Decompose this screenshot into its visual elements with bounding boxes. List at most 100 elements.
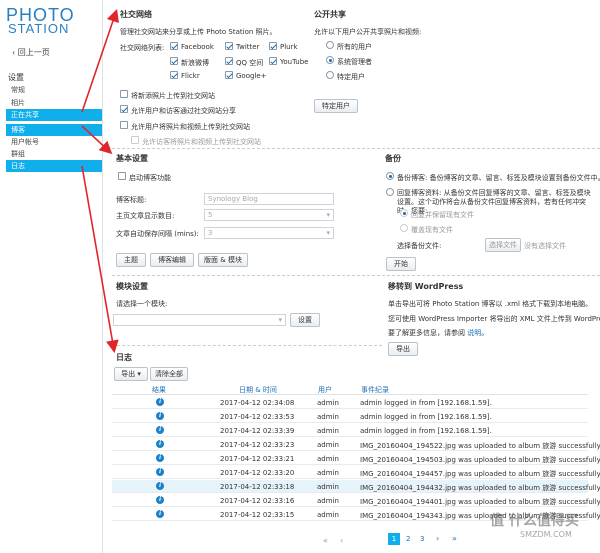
admin-radio[interactable] — [326, 56, 334, 64]
row-time: 2017-04-12 02:33:21 — [220, 455, 295, 463]
page-3[interactable]: 3 — [420, 535, 424, 543]
row-event: IMG_20160404_194457.jpg was uploaded to … — [360, 470, 600, 478]
table-row[interactable]: i 2017-04-12 02:33:21 admin IMG_20160404_19… — [112, 452, 600, 465]
wordpress-line2: 您可使用 WordPress Importer 将导出的 XML 文件上传到 W… — [388, 315, 600, 323]
facebook-checkbox[interactable] — [170, 42, 178, 50]
table-row[interactable]: i 2017-04-12 02:33:18 admin IMG_20160404_19… — [112, 480, 600, 493]
backup-radio[interactable] — [386, 172, 394, 180]
sidebar-item-photos[interactable]: 相片 — [6, 97, 102, 109]
autosave-label: 文章自动保存间隔 (mins): — [116, 230, 199, 238]
flickr-label: Flickr — [181, 72, 200, 80]
allow-share-label: 允许用户和访客通过社交网站分享 — [131, 107, 236, 115]
qzone-checkbox[interactable] — [225, 57, 233, 65]
backup-file-label: 选择备份文件: — [397, 242, 442, 250]
table-row[interactable]: i 2017-04-12 02:33:39 admin admin logged in… — [112, 424, 588, 437]
back-link[interactable]: ‹ 回上一页 — [12, 47, 50, 58]
specific-users-radio[interactable] — [326, 71, 334, 79]
allow-guest-upload-checkbox[interactable] — [131, 136, 139, 144]
youtube-checkbox[interactable] — [269, 57, 277, 65]
layout-module-button[interactable]: 版面 & 模块 — [198, 253, 248, 267]
sidebar-item-user-accounts[interactable]: 用户帐号 — [6, 136, 102, 148]
plurk-checkbox[interactable] — [269, 42, 277, 50]
help-link[interactable]: 说明 — [467, 329, 481, 337]
social-list-label: 社交网络列表: — [120, 44, 165, 52]
blog-title-label: 博客标题: — [116, 196, 147, 204]
table-row[interactable]: i 2017-04-12 02:33:53 admin admin logged in… — [112, 410, 588, 423]
upload-new-checkbox[interactable] — [120, 90, 128, 98]
page-2[interactable]: 2 — [406, 535, 410, 543]
googleplus-checkbox[interactable] — [225, 71, 233, 79]
blog-edit-button[interactable]: 博客编辑 — [150, 253, 194, 267]
sidebar-item-blog[interactable]: 博客 — [6, 124, 102, 136]
sidebar-item-sharing[interactable]: 正在共享 — [6, 109, 102, 121]
col-event[interactable]: 事件纪录 — [361, 385, 389, 395]
table-row[interactable]: i 2017-04-12 02:33:20 admin IMG_20160404_19… — [112, 466, 600, 479]
module-settings-button[interactable]: 设置 — [290, 313, 320, 327]
twitter-checkbox[interactable] — [225, 42, 233, 50]
back-label: 回上一页 — [17, 48, 50, 57]
col-datetime[interactable]: 日期 & 时间 — [239, 385, 277, 395]
info-icon: i — [156, 482, 164, 490]
restore-keep-label: 回复并保留现有文件 — [411, 211, 474, 219]
row-time: 2017-04-12 02:34:08 — [220, 399, 295, 407]
log-export-button[interactable]: 导出 ▾ — [114, 367, 148, 381]
upload-new-label: 将新添照片上传到社交网站 — [131, 92, 215, 100]
first-page-icon[interactable]: « — [323, 536, 328, 545]
wordpress-export-button[interactable]: 导出 — [388, 342, 418, 356]
allow-user-upload-checkbox[interactable] — [120, 121, 128, 129]
row-time: 2017-04-12 02:33:53 — [220, 413, 295, 421]
row-user: admin — [317, 511, 339, 519]
next-page-icon[interactable]: › — [436, 534, 439, 543]
table-row[interactable]: i 2017-04-12 02:33:23 admin IMG_20160404_19… — [112, 438, 600, 451]
row-user: admin — [317, 427, 339, 435]
home-posts-select[interactable]: 5 ▾ — [204, 209, 334, 221]
info-icon: i — [156, 398, 164, 406]
col-result[interactable]: 结果 — [152, 385, 166, 395]
row-event: IMG_20160404_194401.jpg was uploaded to … — [360, 498, 600, 506]
col-user[interactable]: 用户 — [318, 385, 332, 395]
clear-all-button[interactable]: 清除全部 — [150, 367, 188, 381]
social-title: 社交网络 — [120, 10, 152, 19]
prev-page-icon[interactable]: ‹ — [340, 536, 343, 545]
allow-share-checkbox[interactable] — [120, 105, 128, 113]
row-event: IMG_20160404_194522.jpg was uploaded to … — [360, 442, 600, 450]
info-icon: i — [156, 412, 164, 420]
backup-label: 备份博客: 备份博客的文章、留言、标签及模块设置到备份文件中。 — [397, 174, 600, 182]
start-button[interactable]: 开始 — [386, 257, 416, 271]
table-row[interactable]: i 2017-04-12 02:34:08 admin admin logged in… — [112, 396, 588, 409]
log-header — [112, 383, 588, 395]
log-export-label: 导出 — [121, 370, 136, 378]
info-icon: i — [156, 510, 164, 518]
row-user: admin — [317, 441, 339, 449]
module-label: 请选择一个模块: — [116, 300, 168, 308]
row-user: admin — [317, 497, 339, 505]
row-event: admin logged in from [192.168.1.59]. — [360, 427, 492, 435]
divider — [112, 148, 600, 149]
all-users-radio[interactable] — [326, 41, 334, 49]
specific-users-button[interactable]: 特定用户 — [314, 99, 358, 113]
autosave-select[interactable]: 3 ▾ — [204, 227, 334, 239]
facebook-label: Facebook — [181, 43, 214, 51]
page-1[interactable]: 1 — [388, 533, 400, 545]
allow-user-upload-label: 允许用户将照片和视频上传到社交网站 — [131, 123, 250, 131]
sidebar-item-log[interactable]: 日志 — [6, 160, 102, 172]
choose-file-button[interactable]: 选择文件 — [485, 238, 521, 252]
weibo-checkbox[interactable] — [170, 57, 178, 65]
home-posts-value: 5 — [208, 211, 213, 219]
restore-keep-radio[interactable] — [400, 209, 408, 217]
flickr-checkbox[interactable] — [170, 71, 178, 79]
restore-radio[interactable] — [386, 188, 394, 196]
sidebar-item-groups[interactable]: 群组 — [6, 148, 102, 160]
row-time: 2017-04-12 02:33:18 — [220, 483, 295, 491]
theme-button[interactable]: 主题 — [116, 253, 146, 267]
sidebar-item-general[interactable]: 常规 — [6, 84, 102, 96]
blog-title-input[interactable]: Synology Blog — [204, 193, 334, 205]
specific-users-label: 特定用户 — [337, 73, 365, 81]
enable-blog-checkbox[interactable] — [118, 172, 126, 180]
table-row[interactable]: i 2017-04-12 02:33:16 admin IMG_20160404_19… — [112, 494, 600, 507]
info-icon: i — [156, 454, 164, 462]
backup-title: 备份 — [385, 154, 401, 163]
module-select[interactable]: ▾ — [113, 314, 286, 326]
last-page-icon[interactable]: » — [452, 534, 457, 543]
restore-overwrite-radio[interactable] — [400, 224, 408, 232]
